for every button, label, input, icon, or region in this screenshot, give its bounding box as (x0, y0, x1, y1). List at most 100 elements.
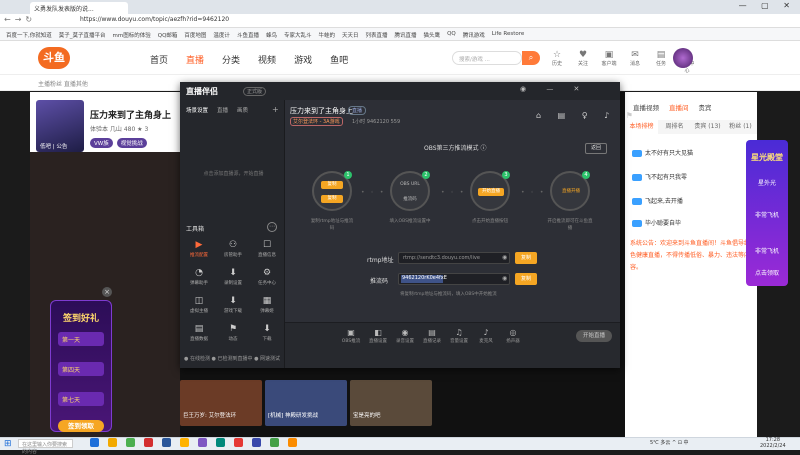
tool-button[interactable]: ⬇ 游戏下载 (220, 296, 246, 314)
nav-item[interactable]: 首页 (150, 53, 168, 66)
bookmark-link[interactable]: 牛蛙的 (318, 31, 335, 39)
bookmark-link[interactable]: 猫头鹰 (424, 31, 441, 39)
url-field[interactable]: https://www.douyu.com/topic/aezfh?rid=94… (80, 16, 229, 23)
nav-item[interactable]: 分类 (222, 53, 240, 66)
return-button[interactable]: 返回 (585, 143, 607, 154)
scene-tab[interactable]: 画质 (237, 106, 248, 114)
chat-subtab[interactable]: 贵宾 (13) (691, 120, 724, 134)
taskbar-app-icon[interactable] (234, 438, 243, 447)
search-input[interactable]: 搜索/游戏 ... (452, 51, 522, 65)
nav-item[interactable]: 鱼吧 (330, 53, 348, 66)
tool-button[interactable]: ⚇ 房管助手 (220, 240, 246, 258)
taskbar-app-icon[interactable] (144, 438, 153, 447)
system-tray[interactable]: 5℃ 多云 ^ ⊡ 中 (650, 439, 689, 446)
bookmark-link[interactable]: mm图标的体验 (113, 31, 151, 39)
user-menu-item[interactable]: ▣ 客户端 (600, 50, 618, 74)
tool-button[interactable]: ◫ 虚拟主播 (186, 296, 212, 314)
browser-nav-buttons[interactable]: ←→↻ (4, 15, 36, 24)
bookmark-link[interactable]: QQ (447, 31, 456, 37)
tool-button[interactable]: ◔ 弹幕助手 (186, 268, 212, 286)
start-live-button[interactable]: 开始直播 (576, 330, 612, 342)
nav-item[interactable]: 直播 (186, 53, 204, 66)
room-badge[interactable]: 视觉挑战 (116, 138, 147, 148)
signin-button[interactable]: 签到领取 (58, 420, 104, 432)
nav-item[interactable]: 游戏 (294, 53, 312, 66)
taskbar-app-icon[interactable] (198, 438, 207, 447)
taskbar-app-icon[interactable] (162, 438, 171, 447)
tool-button[interactable]: ☐ 直播信息 (254, 240, 280, 258)
bottom-tool-button[interactable]: ◎ 扬声器 (500, 328, 526, 344)
tool-button[interactable]: ▦ 弹幕姬 (254, 296, 280, 314)
chat-subtab[interactable]: 本场排榜 (625, 120, 658, 134)
bookmark-link[interactable]: 天天日 (342, 31, 359, 39)
bottom-tool-button[interactable]: ◧ 直播设置 (365, 328, 391, 344)
avatar[interactable] (673, 48, 693, 68)
search-icon[interactable]: ⌕ (522, 51, 540, 65)
tool-button[interactable]: ⚙ 任务中心 (254, 268, 280, 286)
user-menu-item[interactable]: ☆ 历史 (548, 50, 566, 74)
bookmark-link[interactable]: 蜂鸟 (266, 31, 277, 39)
signin-day[interactable]: 第四天 (58, 362, 104, 376)
chat-subtab[interactable]: 粉丝 (1) (724, 120, 757, 134)
bookmark-link[interactable]: 温度计 (213, 31, 230, 39)
bottom-tool-button[interactable]: ◉ 录音设置 (392, 328, 418, 344)
tool-button[interactable]: ⬇ 录制设置 (220, 268, 246, 286)
bookmark-link[interactable]: 百度地图 (184, 31, 206, 39)
rtmp-url-field[interactable]: rtmp://sendtc3.douyu.com/live (398, 252, 510, 264)
chat-subtab[interactable]: 周排名 (658, 120, 691, 134)
windows-start-icon[interactable]: ⊞ (4, 439, 12, 449)
bottom-tool-button[interactable]: ♫ 音量设置 (446, 328, 472, 344)
taskbar-app-icon[interactable] (126, 438, 135, 447)
bottom-tool-button[interactable]: ♪ 麦克风 (473, 328, 499, 344)
taskbar-app-icon[interactable] (216, 438, 225, 447)
browser-tab-active[interactable]: 义勇发队发表版的说... (30, 2, 128, 14)
tool-button[interactable]: ▤ 直播数据 (186, 324, 212, 342)
user-menu-item[interactable]: ✉ 消息 (626, 50, 644, 74)
bookmark-link[interactable]: 专家大乱斗 (284, 31, 312, 39)
nav-item[interactable]: 视频 (258, 53, 276, 66)
douyu-logo[interactable]: 斗鱼 (38, 47, 70, 69)
bottom-tool-button[interactable]: ▤ 直播记录 (419, 328, 445, 344)
bookmark-link[interactable]: 斗鱼直播 (237, 31, 259, 39)
tool-button[interactable]: ⬇ 下载 (254, 324, 280, 342)
taskbar-app-icon[interactable] (252, 438, 261, 447)
scene-tab[interactable]: 直播 (217, 106, 228, 114)
recommend-thumb[interactable] (350, 380, 432, 426)
signin-day[interactable]: 第一天 (58, 332, 104, 346)
user-menu-item[interactable]: ♥ 关注 (574, 50, 592, 74)
recommend-thumb[interactable] (180, 380, 262, 426)
tool-button[interactable]: ⚑ 动态 (220, 324, 246, 342)
bookmark-link[interactable]: 莫子_莫子直播平台 (59, 31, 106, 39)
taskbar-search[interactable]: 在这里输入你要搜索的内容 (18, 439, 73, 455)
gear-icon[interactable]: ⋯ (267, 222, 277, 232)
user-menu-item[interactable]: ▤ 任务 (652, 50, 670, 74)
bookmark-link[interactable]: 腾讯直播 (395, 31, 417, 39)
scene-tab[interactable]: 场景设置 (186, 106, 208, 114)
copy-rtmp-button[interactable]: 复制 (515, 252, 537, 264)
taskbar-app-icon[interactable] (270, 438, 279, 447)
obs-top-icons[interactable]: ⌂ ▤ ♀ ♪ ⚑ (536, 111, 640, 120)
recommend-thumb[interactable] (265, 380, 347, 426)
add-scene-icon[interactable]: + (272, 105, 279, 114)
bookmark-link[interactable]: 百度一下,你就知道 (6, 31, 52, 39)
room-badge[interactable]: VW族 (90, 138, 113, 148)
copy-key-button[interactable]: 复制 (515, 273, 537, 285)
chat-tab[interactable]: 贵宾 (699, 102, 712, 112)
bookmark-link[interactable]: Life Restore (492, 31, 525, 37)
bottom-tool-button[interactable]: ▣ OBS推流 (338, 328, 364, 344)
window-controls[interactable]: — ▢ ✕ (739, 1, 796, 10)
close-icon[interactable]: × (102, 287, 112, 297)
signin-day[interactable]: 第七天 (58, 392, 104, 406)
tool-button[interactable]: ▶ 推流配置 (186, 240, 212, 258)
taskbar-app-icon[interactable] (90, 438, 99, 447)
eye-icon[interactable]: ◉ (502, 254, 507, 261)
bookmark-link[interactable]: QQ邮箱 (158, 31, 178, 39)
eye-icon[interactable]: ◉ (502, 275, 507, 282)
bookmark-link[interactable]: 腾讯游戏 (463, 31, 485, 39)
obs-room-category[interactable]: 艾尔登法环 - 3A游戏 (290, 117, 343, 126)
bookmark-link[interactable]: 列表直播 (366, 31, 388, 39)
taskbar-app-icon[interactable] (180, 438, 189, 447)
taskbar-app-icon[interactable] (108, 438, 117, 447)
chat-tab[interactable]: 直播间 (669, 102, 689, 112)
obs-window-controls[interactable]: ◉ — ✕ (520, 85, 588, 93)
